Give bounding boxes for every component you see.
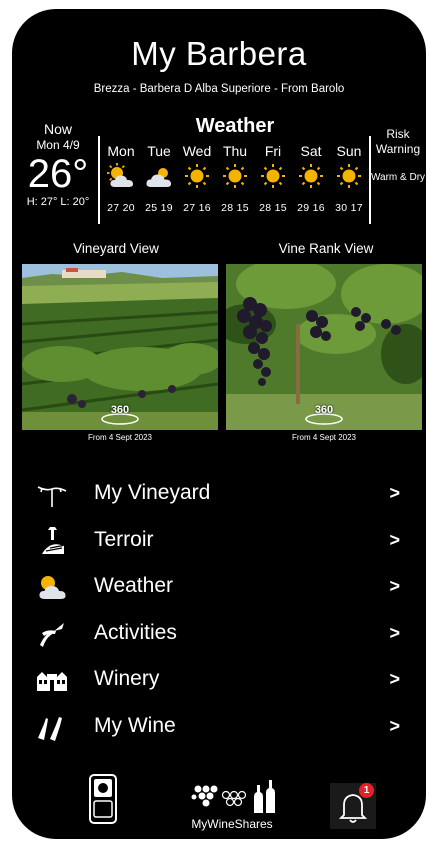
bottom-bar: MyWineShares 1 bbox=[12, 769, 426, 839]
vineyard-view-photo[interactable]: 360 bbox=[22, 264, 218, 430]
wine-shares-icon[interactable] bbox=[172, 779, 292, 815]
day-name: Sun bbox=[336, 143, 362, 159]
day-temps: 29 16 bbox=[297, 202, 325, 214]
menu-item-winery[interactable]: Winery > bbox=[12, 657, 426, 704]
vine-rank-view-caption: From 4 Sept 2023 bbox=[291, 433, 357, 442]
forecast-day: Tue 25 19 bbox=[140, 143, 178, 214]
risk-value: Warm & Dry bbox=[370, 172, 426, 183]
risk-warning[interactable]: Risk Warning Warm & Dry bbox=[370, 127, 426, 184]
wine-bottles-icon bbox=[38, 716, 62, 741]
menu-item-activities[interactable]: Activities > bbox=[12, 611, 426, 658]
chevron-right-icon: > bbox=[389, 669, 400, 689]
notification-badge: 1 bbox=[359, 783, 374, 798]
sun-cloud-icon bbox=[107, 163, 134, 187]
day-temps: 30 17 bbox=[335, 202, 363, 214]
day-name: Mon bbox=[107, 143, 135, 159]
phone-screen: My Barbera Brezza - Barbera D Alba Super… bbox=[12, 9, 426, 839]
vine-icon bbox=[37, 486, 67, 507]
sun-cloud-icon bbox=[39, 576, 66, 599]
menu-item-weather[interactable]: Weather > bbox=[12, 564, 426, 611]
vine-rank-view-title: Vine Rank View bbox=[278, 241, 374, 256]
sun-icon bbox=[223, 164, 247, 188]
360-view-icon[interactable]: 360 bbox=[302, 404, 346, 426]
pruning-shears-icon bbox=[40, 622, 64, 647]
menu-item-my-vineyard[interactable]: My Vineyard > bbox=[12, 471, 426, 518]
day-name: Fri bbox=[264, 143, 282, 159]
winery-icon bbox=[37, 672, 67, 691]
current-weather: Now Mon 4/9 26° H: 27° L: 20° bbox=[14, 121, 102, 208]
forecast-day: Mon 27 20 bbox=[102, 143, 140, 214]
notifications-button[interactable]: 1 bbox=[330, 783, 376, 829]
now-label: Now bbox=[43, 121, 72, 137]
chevron-right-icon: > bbox=[389, 529, 400, 550]
now-high-low: H: 27° L: 20° bbox=[26, 196, 90, 208]
day-name: Sat bbox=[300, 143, 322, 159]
terroir-icon bbox=[42, 526, 64, 554]
360-label: 360 bbox=[110, 404, 130, 416]
day-name: Tue bbox=[147, 143, 171, 159]
divider bbox=[98, 136, 100, 224]
sun-icon bbox=[261, 164, 285, 188]
cloud-icon bbox=[146, 168, 172, 187]
device-icon[interactable] bbox=[88, 773, 118, 825]
chevron-right-icon: > bbox=[389, 483, 400, 503]
main-menu: My Vineyard > Terroir > Weather > Activi… bbox=[12, 471, 426, 750]
forecast-day: Fri 28 15 bbox=[254, 143, 292, 214]
vineyard-view-title: Vineyard View bbox=[73, 241, 159, 256]
chevron-right-icon: > bbox=[389, 576, 400, 596]
menu-label: Activities bbox=[94, 620, 177, 644]
app-subtitle: Brezza - Barbera D Alba Superiore - From… bbox=[93, 83, 345, 95]
vineyard-view-caption: From 4 Sept 2023 bbox=[87, 433, 153, 442]
chevron-right-icon: > bbox=[389, 715, 400, 736]
now-date: Mon 4/9 bbox=[36, 138, 80, 152]
forecast-day: Sat 29 16 bbox=[292, 143, 330, 214]
sun-icon bbox=[299, 164, 323, 188]
menu-label: Winery bbox=[94, 667, 160, 690]
360-label: 360 bbox=[314, 404, 334, 416]
day-temps: 27 20 bbox=[107, 202, 135, 214]
weather-heading: Weather bbox=[195, 115, 275, 137]
sun-icon bbox=[337, 164, 361, 188]
forecast-day: Thu 28 15 bbox=[216, 143, 254, 214]
day-temps: 28 15 bbox=[259, 202, 287, 214]
menu-label: My Wine bbox=[94, 713, 176, 737]
day-temps: 28 15 bbox=[221, 202, 249, 214]
wine-shares-label[interactable]: MyWineShares bbox=[172, 817, 292, 831]
day-name: Wed bbox=[182, 143, 212, 159]
risk-title: Risk Warning bbox=[375, 127, 421, 156]
day-temps: 25 19 bbox=[145, 202, 173, 214]
chevron-right-icon: > bbox=[389, 622, 400, 643]
menu-item-my-wine[interactable]: My Wine > bbox=[12, 704, 426, 751]
day-name: Thu bbox=[222, 143, 248, 159]
menu-label: My Vineyard bbox=[94, 481, 211, 504]
360-view-icon[interactable]: 360 bbox=[98, 404, 142, 426]
app-title: My Barbera bbox=[131, 35, 307, 72]
forecast-day: Sun 30 17 bbox=[330, 143, 368, 214]
vine-rank-view-photo[interactable]: 360 bbox=[226, 264, 422, 430]
menu-item-terroir[interactable]: Terroir > bbox=[12, 518, 426, 565]
menu-label: Weather bbox=[94, 574, 173, 597]
menu-label: Terroir bbox=[94, 527, 154, 551]
sun-icon bbox=[185, 164, 209, 188]
forecast-day: Wed 27 16 bbox=[178, 143, 216, 214]
forecast-strip[interactable]: Mon 27 20 Tue 25 19 Wed 27 16 Thu 28 15 … bbox=[102, 143, 368, 233]
now-temperature: 26° bbox=[27, 152, 89, 196]
day-temps: 27 16 bbox=[183, 202, 211, 214]
